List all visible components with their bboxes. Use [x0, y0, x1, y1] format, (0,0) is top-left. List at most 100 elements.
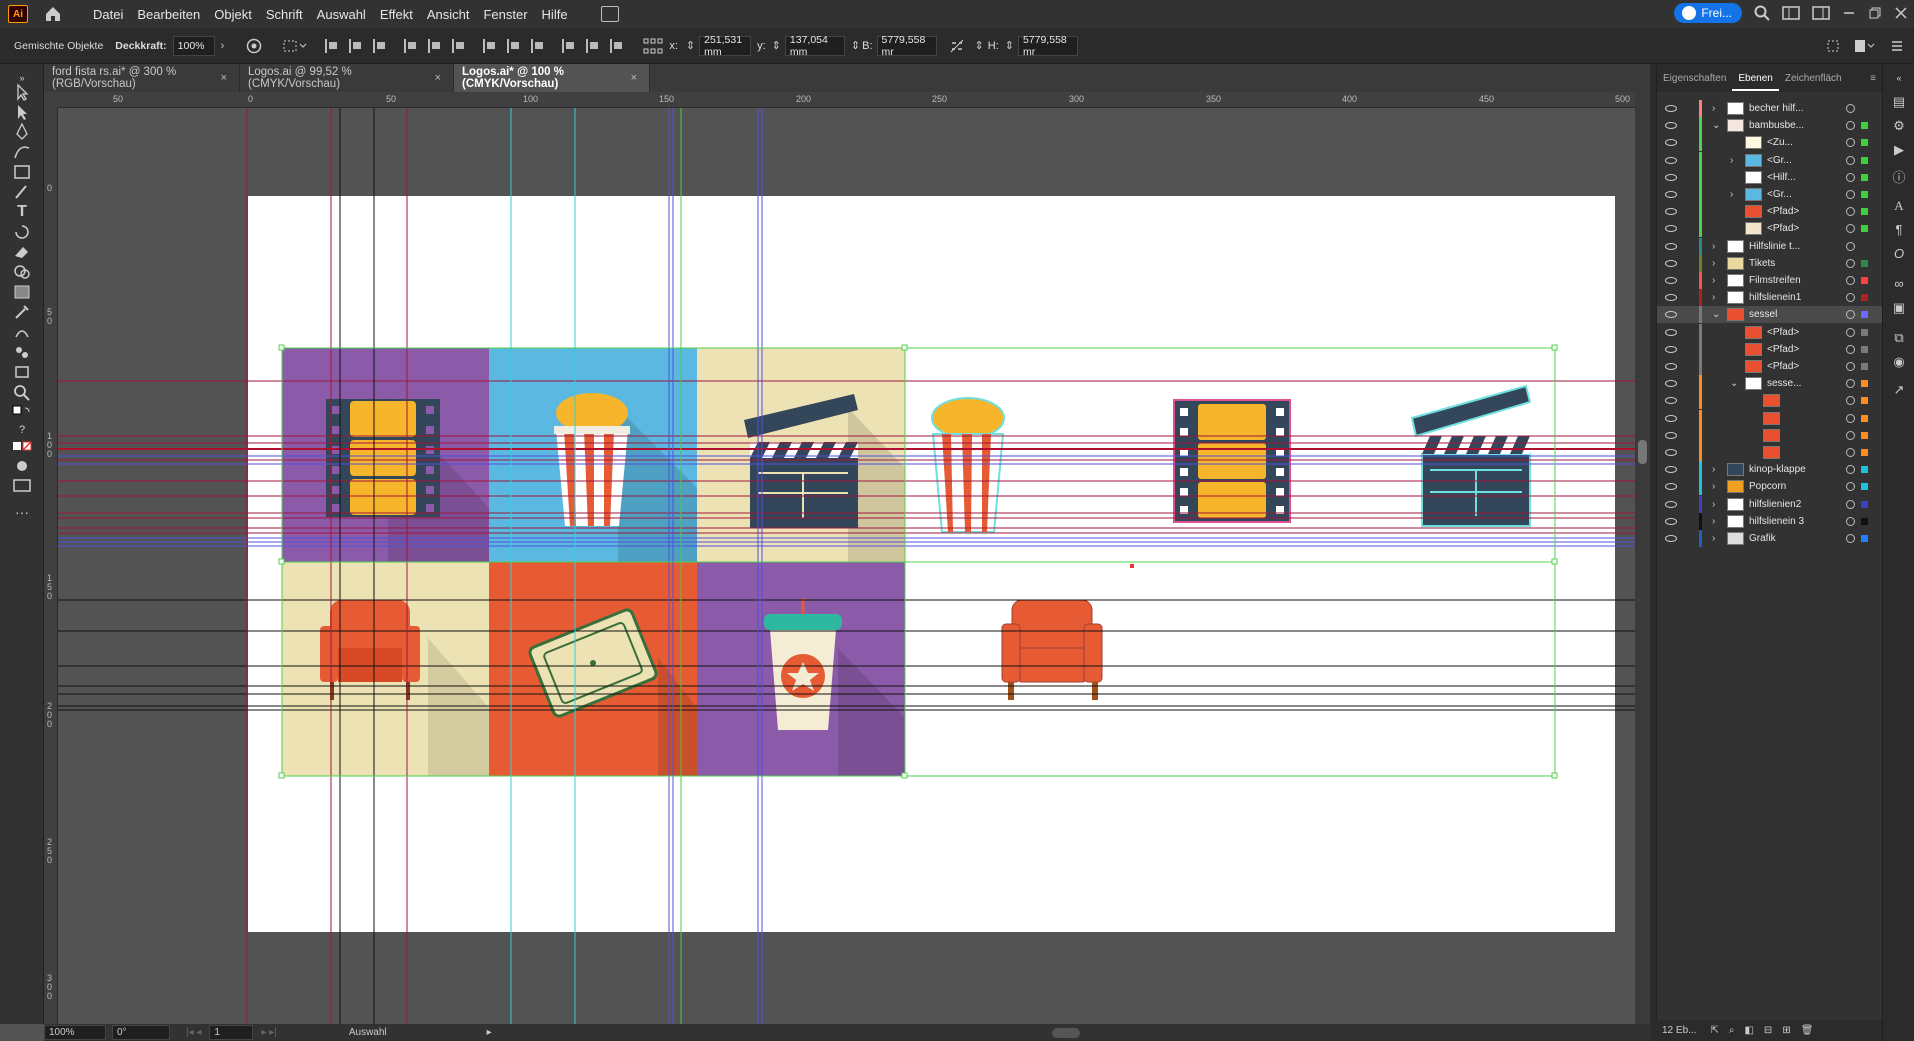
menu-effekt[interactable]: Effekt	[373, 7, 420, 22]
transform-icon[interactable]	[1826, 39, 1840, 53]
expand-chevron-icon[interactable]: ›	[1712, 275, 1715, 286]
target-circle-icon[interactable]	[1846, 465, 1855, 475]
selection-square[interactable]	[1861, 414, 1868, 422]
tab-logos-100[interactable]: Logos.ai* @ 100 % (CMYK/Vorschau) ×	[454, 64, 650, 92]
type-tool-icon[interactable]: T	[11, 202, 33, 222]
menu-fenster[interactable]: Fenster	[476, 7, 534, 22]
layer-row[interactable]	[1657, 409, 1883, 427]
target-circle-icon[interactable]	[1846, 499, 1855, 509]
visibility-eye-icon[interactable]	[1665, 483, 1677, 491]
target-circle-icon[interactable]	[1846, 104, 1855, 113]
asset-export-icon[interactable]: ⧉	[1891, 330, 1907, 346]
clipping-mask-icon[interactable]: ◧	[1744, 1025, 1753, 1036]
appearance-icon[interactable]: ◉	[1891, 354, 1907, 370]
visibility-eye-icon[interactable]	[1665, 225, 1677, 233]
y-stepper-icon[interactable]: ⇕	[772, 39, 781, 52]
expand-panels-icon[interactable]: «	[1891, 70, 1907, 86]
target-circle-icon[interactable]	[1846, 344, 1855, 354]
layer-row[interactable]	[1657, 392, 1883, 410]
horizontal-ruler[interactable]: 50 0 50 100 150 200 250 300 350 400 450 …	[58, 92, 1635, 108]
vertical-ruler[interactable]: 0 5 0 1 0 0 1 5 0 2 0 0 2 5 0 3 0 0	[44, 108, 58, 1024]
selection-square[interactable]	[1861, 156, 1868, 164]
x-stepper-icon[interactable]: ⇕	[686, 39, 695, 52]
align-left-icon[interactable]	[325, 38, 339, 53]
tab-ford-fista[interactable]: ford fista rs.ai* @ 300 % (RGB/Vorschau)…	[44, 64, 240, 92]
selection-square[interactable]	[1861, 345, 1868, 353]
layer-row[interactable]: › Filmstreifen	[1657, 272, 1883, 289]
target-circle-icon[interactable]	[1846, 482, 1855, 492]
visibility-eye-icon[interactable]	[1665, 277, 1677, 284]
expand-chevron-icon[interactable]: ⌄	[1712, 120, 1720, 131]
image-trace-icon[interactable]: ▣	[1891, 300, 1907, 316]
anchor-point[interactable]	[1130, 564, 1134, 568]
layer-row[interactable]: › hilfslienein1	[1657, 289, 1883, 307]
share-button[interactable]: Frei...	[1674, 3, 1742, 23]
menu-hilfe[interactable]: Hilfe	[535, 7, 575, 22]
visibility-eye-icon[interactable]	[1665, 345, 1677, 353]
selection-square[interactable]	[1861, 363, 1868, 370]
zoom-field[interactable]: 100%	[44, 1025, 106, 1040]
artboard-number-field[interactable]: 1	[209, 1025, 254, 1040]
paintbrush-tool-icon[interactable]	[11, 182, 33, 202]
visibility-eye-icon[interactable]	[1665, 363, 1677, 370]
screen-mode-icon[interactable]	[11, 476, 33, 496]
eraser-tool-icon[interactable]	[11, 242, 33, 262]
more-tools-icon[interactable]: ···	[11, 502, 33, 522]
selection-square[interactable]	[1861, 294, 1868, 302]
expand-chevron-icon[interactable]: ›	[1712, 292, 1715, 303]
layer-row[interactable]	[1657, 444, 1883, 461]
new-sublayer-icon[interactable]: ⊟	[1764, 1025, 1772, 1036]
selection-square[interactable]	[1861, 328, 1868, 336]
puppet-warp-tool-icon[interactable]	[11, 322, 33, 342]
target-circle-icon[interactable]	[1846, 516, 1855, 526]
draw-mode-icon[interactable]	[11, 456, 33, 476]
menu-datei[interactable]: Datei	[86, 7, 130, 22]
selection-square[interactable]	[1861, 259, 1868, 267]
libraries-icon[interactable]: ▤	[1891, 94, 1907, 110]
target-circle-icon[interactable]	[1846, 362, 1855, 371]
layer-row[interactable]: › Tikets	[1657, 254, 1883, 272]
popcorn-outline-icon[interactable]	[931, 397, 1005, 533]
artboard-tool-icon[interactable]	[11, 362, 33, 382]
distribute-bottom-icon[interactable]	[531, 38, 545, 53]
opentype-icon[interactable]: O	[1891, 246, 1907, 262]
visibility-eye-icon[interactable]	[1665, 208, 1677, 216]
align-hcenter-icon[interactable]	[349, 38, 363, 53]
target-circle-icon[interactable]	[1846, 172, 1855, 182]
selection-square[interactable]	[1861, 311, 1868, 319]
new-layer-icon[interactable]: ⊞	[1782, 1025, 1790, 1036]
distribute-top-icon[interactable]	[483, 38, 497, 53]
layer-row[interactable]: › Hilfslinie t...	[1657, 237, 1883, 255]
layer-row[interactable]: <Pfad>	[1657, 323, 1883, 341]
armchair-outline-icon[interactable]	[1001, 599, 1103, 700]
eyedropper-tool-icon[interactable]	[11, 302, 33, 322]
w-stepper-icon[interactable]: ⇕	[851, 39, 860, 52]
filmstrip-icon[interactable]	[326, 399, 440, 517]
expand-chevron-icon[interactable]: ›	[1712, 533, 1715, 544]
expand-chevron-icon[interactable]: ›	[1712, 516, 1715, 527]
next-artboard-icon[interactable]: ▸ ▸|	[261, 1027, 276, 1038]
h-stepper-icon[interactable]: ⇕	[975, 39, 984, 52]
info-icon[interactable]: ⓘ	[1891, 170, 1907, 186]
expand-chevron-icon[interactable]: ›	[1730, 155, 1733, 166]
menu-schrift[interactable]: Schrift	[259, 7, 310, 22]
minimize-icon[interactable]	[1842, 6, 1856, 20]
expand-chevron-icon[interactable]: ›	[1712, 499, 1715, 510]
layer-row[interactable]: <Pfad>	[1657, 220, 1883, 238]
selection-square[interactable]	[1861, 173, 1868, 181]
visibility-eye-icon[interactable]	[1665, 191, 1677, 198]
tab-eigenschaften[interactable]: Eigenschaften	[1657, 73, 1732, 84]
pen-tool-icon[interactable]	[11, 122, 33, 142]
visibility-eye-icon[interactable]	[1665, 466, 1677, 474]
arrange-documents-icon[interactable]	[600, 6, 619, 22]
distribute-vcenter-icon[interactable]	[507, 38, 521, 53]
expand-chevron-icon[interactable]: ›	[1712, 464, 1715, 475]
visibility-eye-icon[interactable]	[1665, 517, 1677, 525]
menu-objekt[interactable]: Objekt	[207, 7, 259, 22]
align-right-icon[interactable]	[373, 38, 387, 53]
layer-row[interactable]: ⌄ sesse...	[1657, 375, 1883, 393]
align-top-icon[interactable]	[404, 38, 418, 53]
layer-row[interactable]: <Pfad>	[1657, 203, 1883, 221]
target-circle-icon[interactable]	[1846, 190, 1855, 199]
visibility-eye-icon[interactable]	[1665, 380, 1677, 388]
